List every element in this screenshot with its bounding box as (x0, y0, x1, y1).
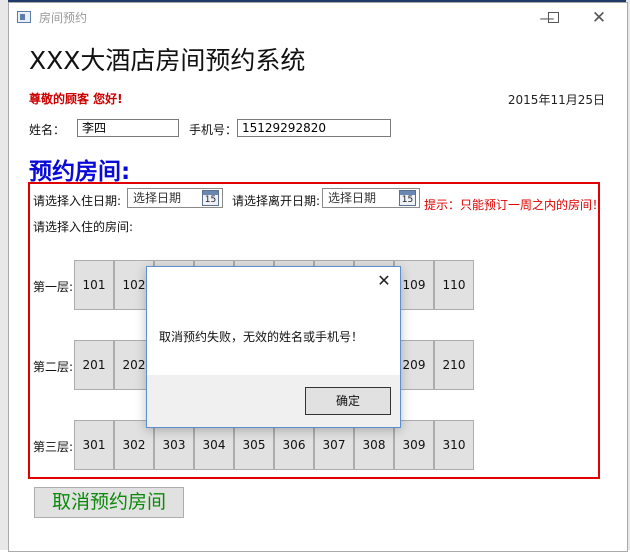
floor-label: 第二层: (33, 360, 74, 374)
app-title: XXX大酒店房间预约系统 (29, 46, 306, 75)
floor-label: 第一层: (33, 280, 74, 294)
close-icon[interactable]: ✕ (374, 271, 394, 291)
calendar-icon[interactable]: 15 (202, 190, 219, 206)
calendar-day: 15 (204, 195, 217, 205)
calendar-day: 15 (401, 195, 414, 205)
window-title: 房间预约 (39, 11, 88, 25)
ok-button[interactable]: 确定 (305, 387, 391, 415)
error-dialog: ✕ 取消预约失败，无效的姓名或手机号！ 确定 (146, 266, 401, 428)
checkin-label: 请选择入住日期: (33, 194, 122, 208)
checkout-placeholder: 选择日期 (328, 191, 377, 205)
phone-field[interactable]: 15129292820 (237, 119, 391, 137)
section-title: 预约房间: (29, 159, 131, 185)
room-button[interactable]: 210 (434, 340, 474, 390)
name-label: 姓名： (29, 123, 66, 137)
checkout-label: 请选择离开日期: (232, 194, 321, 208)
close-window-icon[interactable]: ✕ (579, 7, 619, 29)
name-field[interactable]: 李四 (77, 119, 179, 137)
checkin-date-picker[interactable]: 选择日期 15 (127, 188, 223, 208)
cancel-reservation-button[interactable]: 取消预约房间 (34, 487, 184, 518)
app-icon (17, 11, 31, 23)
floor-label: 第三层: (33, 440, 74, 454)
room-button[interactable]: 110 (434, 260, 474, 310)
room-button[interactable]: 301 (74, 420, 114, 470)
calendar-icon[interactable]: 15 (399, 190, 416, 206)
rooms-label: 请选择入住的房间: (33, 220, 134, 234)
title-bar[interactable]: 房间预约 — ✕ (9, 3, 627, 31)
room-button[interactable]: 310 (434, 420, 474, 470)
current-date: 2015年11月25日 (507, 93, 605, 107)
maximize-icon[interactable] (533, 7, 573, 29)
dialog-message: 取消预约失败，无效的姓名或手机号！ (159, 330, 364, 344)
room-button[interactable]: 201 (74, 340, 114, 390)
greeting-text: 尊敬的顾客 您好! (29, 92, 123, 106)
background-app-edge-left (0, 0, 8, 550)
dialog-footer: 确定 (147, 375, 400, 427)
booking-hint: 提示：只能预订一周之内的房间！ (424, 198, 605, 212)
checkout-date-picker[interactable]: 选择日期 15 (322, 188, 420, 208)
phone-label: 手机号： (189, 123, 238, 137)
checkin-placeholder: 选择日期 (133, 191, 182, 205)
room-button[interactable]: 101 (74, 260, 114, 310)
